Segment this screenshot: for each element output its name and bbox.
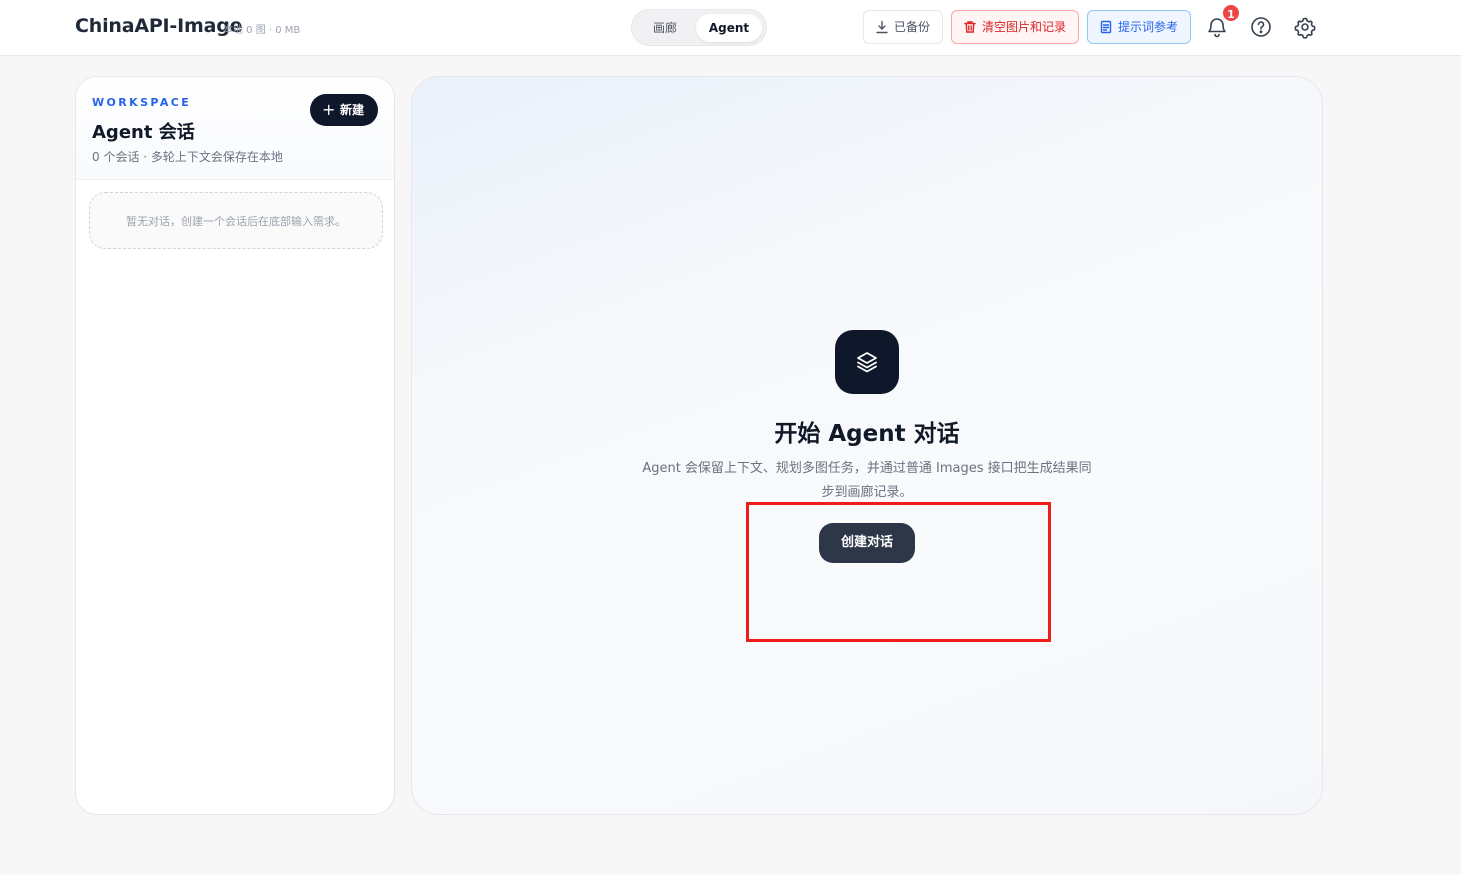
download-icon — [876, 20, 888, 34]
main-panel: 开始 Agent 对话 Agent 会保留上下文、规划多图任务，并通过普通 Im… — [411, 76, 1323, 815]
sidebar-header: WORKSPACE Agent 会话 0 个会话 · 多轮上下文会保存在本地 +… — [76, 77, 394, 180]
tab-gallery[interactable]: 画廊 — [636, 14, 694, 42]
empty-sessions-placeholder: 暂无对话，创建一个会话后在底部输入需求。 — [89, 192, 383, 249]
clear-label: 清空图片和记录 — [982, 20, 1067, 34]
create-conversation-button[interactable]: 创建对话 — [819, 523, 915, 563]
new-label: 新建 — [340, 103, 365, 117]
help-button[interactable] — [1249, 15, 1273, 39]
gear-icon — [1294, 17, 1316, 39]
prompt-reference-button[interactable]: 提示词参考 — [1087, 10, 1191, 44]
new-session-button[interactable]: + 新建 — [310, 94, 378, 126]
document-icon — [1100, 20, 1112, 34]
plus-icon: + — [322, 100, 336, 119]
sidebar-title: Agent 会话 — [92, 122, 195, 143]
layers-icon — [857, 352, 877, 373]
notification-badge: 1 — [1221, 3, 1241, 23]
view-switcher: 画廊 Agent — [631, 9, 767, 46]
sidebar-subtitle: 0 个会话 · 多轮上下文会保存在本地 — [92, 150, 283, 164]
trash-icon — [964, 21, 976, 33]
workspace-label: WORKSPACE — [92, 96, 192, 109]
storage-meta: 本地 0 图 · 0 MB — [223, 25, 301, 36]
clear-images-button[interactable]: 清空图片和记录 — [951, 10, 1079, 44]
settings-button[interactable] — [1293, 15, 1317, 39]
hero-badge — [835, 330, 899, 394]
hero-title: 开始 Agent 对话 — [774, 421, 960, 447]
hero-description: Agent 会保留上下文、规划多图任务，并通过普通 Images 接口把生成结果… — [642, 461, 1092, 500]
help-icon — [1251, 17, 1271, 37]
session-sidebar: WORKSPACE Agent 会话 0 个会话 · 多轮上下文会保存在本地 +… — [75, 76, 395, 815]
backup-button[interactable]: 已备份 — [863, 10, 943, 44]
backup-label: 已备份 — [894, 20, 931, 34]
top-bar: ChinaAPI-Image 本地 0 图 · 0 MB 画廊 Agent 已备… — [0, 0, 1461, 56]
prompt-label: 提示词参考 — [1118, 20, 1179, 34]
app-title: ChinaAPI-Image — [75, 15, 243, 37]
tab-agent[interactable]: Agent — [696, 14, 762, 42]
